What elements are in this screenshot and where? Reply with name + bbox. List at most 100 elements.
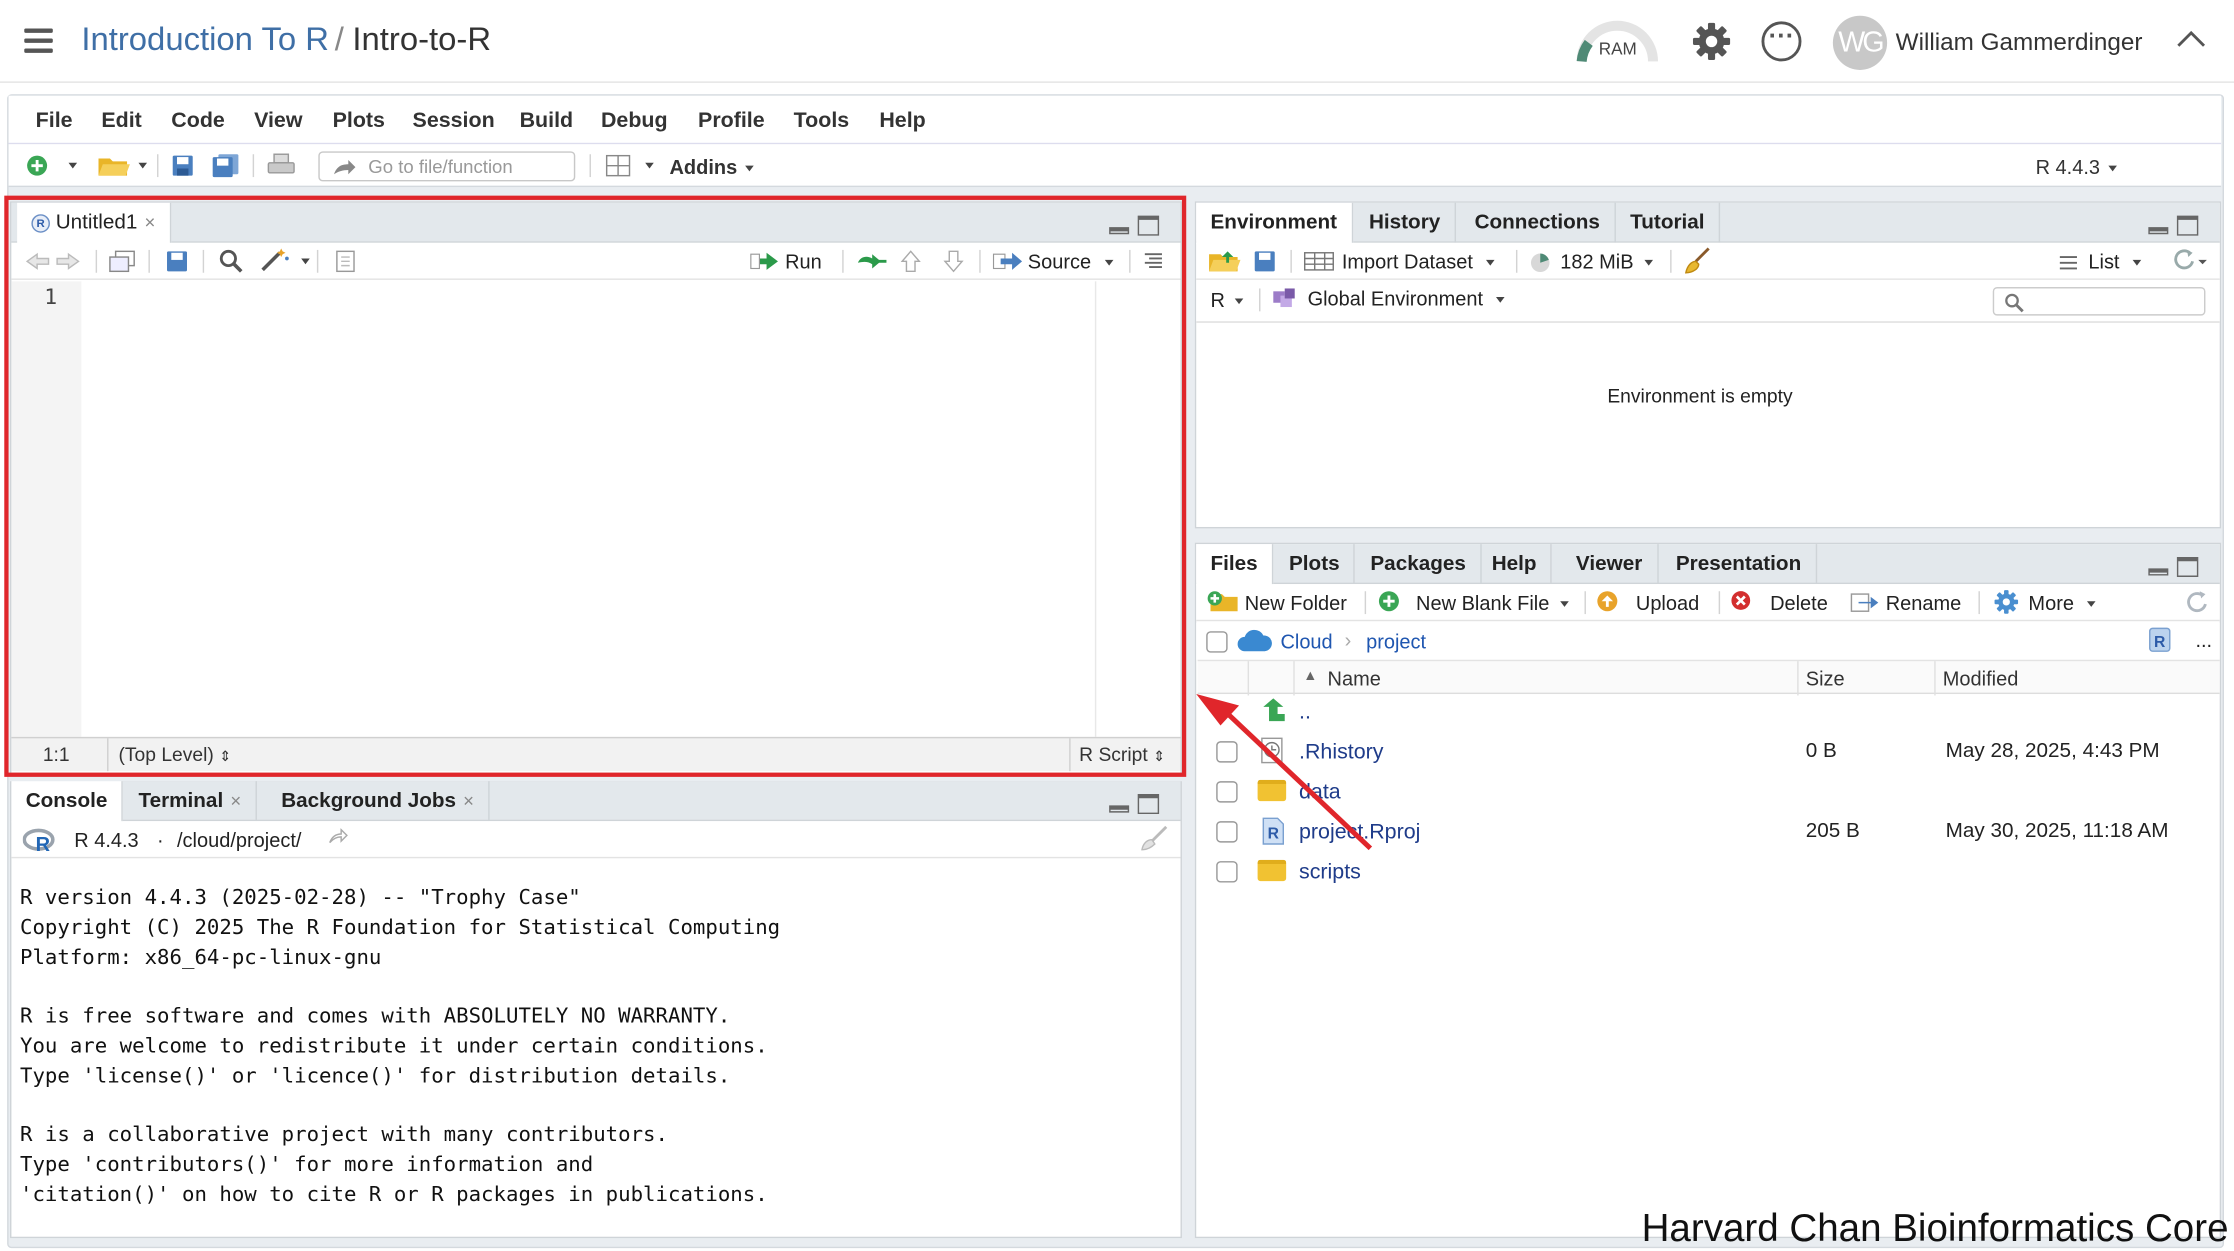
file-checkbox[interactable] [1216,741,1238,763]
console-pane-minmax[interactable] [1109,794,1160,815]
r-version-button[interactable]: R 4.4.3 [2036,156,2118,179]
layout-dropdown-icon[interactable] [645,162,654,169]
maximize-icon[interactable] [2176,215,2199,236]
column-name[interactable]: Name [1328,667,1381,690]
pane-layout-icon[interactable] [605,154,631,177]
path-cloud-link[interactable]: Cloud [1280,630,1332,653]
menu-icon[interactable] [24,28,53,59]
menu-session[interactable]: Session [413,109,495,133]
menu-profile[interactable]: Profile [698,109,765,133]
file-row[interactable]: R project.Rproj 205 B May 30, 2025, 11:1… [1198,813,2220,853]
save-icon[interactable] [171,154,194,177]
go-to-dir-icon[interactable] [328,828,348,845]
tab-viewer[interactable]: Viewer [1562,544,1659,585]
minimize-icon[interactable] [1109,227,1130,235]
list-view-button[interactable]: List [2088,250,2141,273]
upload-button[interactable]: Upload [1636,591,1699,614]
source-button[interactable]: Source [1028,250,1114,273]
import-dataset-button[interactable]: Import Dataset [1342,250,1495,273]
file-row[interactable]: scripts [1198,853,2220,893]
file-name[interactable]: .Rhistory [1299,740,1383,764]
minimize-icon[interactable] [1109,805,1130,813]
tab-history[interactable]: History [1355,202,1456,243]
maximize-icon[interactable] [2176,556,2199,577]
maximize-icon[interactable] [1137,215,1160,236]
refresh-icon[interactable] [2170,248,2207,274]
close-icon[interactable]: × [145,211,156,232]
back-forward-icon[interactable] [24,251,81,271]
code-editor[interactable] [83,281,1094,737]
save-icon[interactable] [166,250,189,273]
column-size[interactable]: Size [1806,667,1845,690]
console-output[interactable]: R version 4.4.3 (2025-02-28) -- "Trophy … [20,884,780,1211]
minimize-icon[interactable] [2148,227,2169,235]
file-checkbox[interactable] [1216,861,1238,883]
tab-background-jobs[interactable]: Background Jobs × [267,781,490,822]
more-button[interactable]: More [2028,591,2096,614]
breadcrumb-project[interactable]: Introduction To R [81,20,329,57]
load-workspace-icon[interactable] [1208,250,1242,273]
up-arrow-icon[interactable] [900,248,921,274]
magic-wand-icon[interactable] [260,247,291,273]
path-project-link[interactable]: project [1366,630,1426,653]
save-all-icon[interactable] [211,153,240,179]
tab-files[interactable]: Files [1196,544,1274,586]
file-name[interactable]: .. [1299,700,1311,724]
code-tools-dropdown-icon[interactable] [301,258,310,265]
environment-pane-minmax[interactable] [2148,215,2199,236]
menu-debug[interactable]: Debug [601,109,668,133]
new-blank-file-button[interactable]: New Blank File [1416,591,1570,614]
environment-search-input[interactable] [1992,287,2206,316]
file-checkbox[interactable] [1216,821,1238,843]
print-icon[interactable] [267,153,296,179]
close-icon[interactable]: × [463,790,474,811]
search-icon[interactable] [218,248,244,274]
down-arrow-icon[interactable] [943,248,964,274]
console-working-dir[interactable]: /cloud/project/ [177,828,301,851]
run-button[interactable]: Run [785,250,822,273]
document-outline-icon[interactable] [1143,253,1163,270]
tab-presentation[interactable]: Presentation [1662,544,1817,585]
rename-button[interactable]: Rename [1886,591,1962,614]
open-folder-icon[interactable] [97,154,131,177]
open-dropdown-icon[interactable] [138,162,148,169]
compile-report-icon[interactable] [334,250,357,273]
file-name[interactable]: data [1299,780,1341,804]
menu-edit[interactable]: Edit [101,109,141,133]
file-row[interactable]: .Rhistory 0 B May 28, 2025, 4:43 PM [1198,733,2220,773]
tab-untitled1[interactable]: R Untitled1 × [17,202,172,245]
show-in-window-icon[interactable] [108,250,137,273]
menu-plots[interactable]: Plots [333,109,385,133]
tab-tutorial[interactable]: Tutorial [1616,202,1721,243]
maximize-icon[interactable] [1137,794,1160,815]
menu-help[interactable]: Help [879,109,925,133]
chevron-up-icon[interactable] [2177,29,2206,49]
global-environment-selector[interactable]: Global Environment [1308,287,1505,310]
menu-view[interactable]: View [254,109,302,133]
new-file-icon[interactable] [26,154,49,177]
menu-code[interactable]: Code [171,109,225,133]
files-pane-minmax[interactable] [2148,556,2199,577]
select-all-checkbox[interactable] [1206,631,1228,653]
more-options-icon[interactable]: ··· [1761,21,1802,62]
tab-packages[interactable]: Packages [1356,544,1482,585]
delete-button[interactable]: Delete [1770,591,1828,614]
tab-connections[interactable]: Connections [1460,202,1616,243]
new-folder-button[interactable]: New Folder [1245,591,1347,614]
file-row-parent[interactable]: .. [1198,694,2220,734]
file-type-selector[interactable]: R Script ⇕ [1079,744,1165,765]
new-file-dropdown-icon[interactable] [68,162,78,169]
refresh-icon[interactable] [2184,590,2210,616]
scope-selector[interactable]: (Top Level) ⇕ [118,744,231,765]
tab-help[interactable]: Help [1477,544,1553,585]
menu-tools[interactable]: Tools [794,109,850,133]
tab-terminal[interactable]: Terminal × [124,781,257,822]
tab-plots[interactable]: Plots [1275,544,1356,585]
memory-usage-button[interactable]: 182 MiB [1560,250,1654,273]
avatar[interactable]: WG [1832,15,1888,70]
broom-icon[interactable] [1683,247,1712,276]
column-modified[interactable]: Modified [1943,667,2019,690]
save-icon[interactable] [1253,250,1276,273]
file-name[interactable]: scripts [1299,860,1361,884]
menu-build[interactable]: Build [520,109,574,133]
